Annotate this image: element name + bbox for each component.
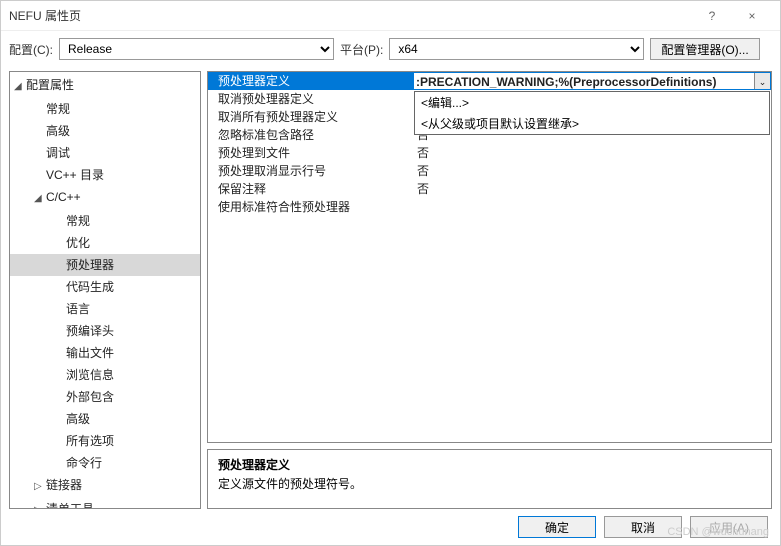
tree-item[interactable]: 预处理器 [10,254,200,276]
tree-item-label: 浏览信息 [66,368,114,382]
property-name: 取消所有预处理器定义 [208,108,413,126]
dropdown-item[interactable]: <从父级或项目默认设置继承> [415,113,769,134]
config-label: 配置(C): [9,41,53,58]
property-value[interactable]: 否 [413,162,771,180]
tree-item-label: 调试 [46,146,70,160]
tree-item-label: 配置属性 [26,78,74,92]
description-panel: 预处理器定义 定义源文件的预处理符号。 [207,449,772,509]
tree-item[interactable]: 调试 [10,142,200,164]
tree-item-label: 命令行 [66,456,102,470]
ok-button[interactable]: 确定 [518,516,596,538]
tree-item[interactable]: 常规 [10,210,200,232]
tree-item[interactable]: ▷清单工具 [10,498,200,509]
chevron-down-icon: ◢ [34,190,44,208]
property-name: 预处理到文件 [208,144,413,162]
tree-item[interactable]: 所有选项 [10,430,200,452]
tree-item[interactable]: 高级 [10,120,200,142]
tree-item-label: 高级 [66,412,90,426]
property-dropdown[interactable]: <编辑...><从父级或项目默认设置继承> [414,91,770,135]
platform-select[interactable]: x64 [389,38,644,60]
tree-item-label: 优化 [66,236,90,250]
property-name: 预处理器定义 [208,72,413,90]
tree-item-label: 清单工具 [46,502,94,509]
chevron-down-icon: ◢ [14,78,24,96]
tree-item[interactable]: VC++ 目录 [10,164,200,186]
tree-item[interactable]: 常规 [10,98,200,120]
property-name: 保留注释 [208,180,413,198]
property-name: 预处理取消显示行号 [208,162,413,180]
property-grid[interactable]: 预处理器定义:PRECATION_WARNING;%(PreprocessorD… [207,71,772,443]
tree-item-label: 链接器 [46,478,82,492]
main-area: ◢配置属性常规高级调试VC++ 目录◢C/C++常规优化预处理器代码生成语言预编… [1,67,780,509]
apply-button[interactable]: 应用(A) [690,516,768,538]
property-name: 忽略标准包含路径 [208,126,413,144]
tree-item-label: 语言 [66,302,90,316]
dropdown-item[interactable]: <编辑...> [415,92,769,113]
title-bar: NEFU 属性页 ? × [1,1,780,31]
help-button[interactable]: ? [692,2,732,30]
config-toolbar: 配置(C): Release 平台(P): x64 配置管理器(O)... [1,31,780,67]
chevron-right-icon: ▷ [34,478,44,496]
tree-item-label: 预编译头 [66,324,114,338]
property-value-text: :PRECATION_WARNING;%(PreprocessorDefinit… [414,73,754,89]
dialog-footer: 确定 取消 应用(A) CSDN @wuchunang [1,509,780,545]
property-value[interactable]: 否 [413,180,771,198]
property-row[interactable]: 预处理器定义:PRECATION_WARNING;%(PreprocessorD… [208,72,771,90]
property-row[interactable]: 预处理到文件否 [208,144,771,162]
property-name: 使用标准符合性预处理器 [208,198,413,216]
cancel-button[interactable]: 取消 [604,516,682,538]
dropdown-button[interactable]: ⌄ [754,73,770,89]
tree-item[interactable]: 命令行 [10,452,200,474]
tree-item-label: 常规 [66,214,90,228]
tree-item[interactable]: 浏览信息 [10,364,200,386]
platform-label: 平台(P): [340,41,383,58]
right-pane: 预处理器定义:PRECATION_WARNING;%(PreprocessorD… [207,71,772,509]
tree-item[interactable]: 预编译头 [10,320,200,342]
description-text: 定义源文件的预处理符号。 [218,475,761,492]
tree-item-label: VC++ 目录 [46,168,104,182]
description-title: 预处理器定义 [218,456,761,473]
tree-item[interactable]: 优化 [10,232,200,254]
tree-item-label: 代码生成 [66,280,114,294]
property-name: 取消预处理器定义 [208,90,413,108]
tree-item[interactable]: ▷链接器 [10,474,200,498]
property-value[interactable]: 否 [413,144,771,162]
tree-item-label: 输出文件 [66,346,114,360]
tree-item-label: 外部包含 [66,390,114,404]
tree-item[interactable]: ◢C/C++ [10,186,200,210]
property-row[interactable]: 保留注释否 [208,180,771,198]
tree-item-label: C/C++ [46,190,81,204]
tree-item-label: 所有选项 [66,434,114,448]
tree-item[interactable]: 外部包含 [10,386,200,408]
tree-item[interactable]: 高级 [10,408,200,430]
tree-item[interactable]: 代码生成 [10,276,200,298]
property-row[interactable]: 预处理取消显示行号否 [208,162,771,180]
window-title: NEFU 属性页 [9,7,692,24]
property-value[interactable] [413,198,771,216]
tree-item-label: 高级 [46,124,70,138]
tree-item-label: 常规 [46,102,70,116]
tree-item[interactable]: 语言 [10,298,200,320]
nav-tree[interactable]: ◢配置属性常规高级调试VC++ 目录◢C/C++常规优化预处理器代码生成语言预编… [9,71,201,509]
tree-item[interactable]: ◢配置属性 [10,74,200,98]
property-row[interactable]: 使用标准符合性预处理器 [208,198,771,216]
config-manager-button[interactable]: 配置管理器(O)... [650,38,759,60]
config-select[interactable]: Release [59,38,334,60]
property-value-editor[interactable]: :PRECATION_WARNING;%(PreprocessorDefinit… [413,72,771,90]
chevron-right-icon: ▷ [34,502,44,509]
property-value[interactable]: :PRECATION_WARNING;%(PreprocessorDefinit… [413,72,771,90]
close-button[interactable]: × [732,2,772,30]
tree-item-label: 预处理器 [66,258,114,272]
tree-item[interactable]: 输出文件 [10,342,200,364]
